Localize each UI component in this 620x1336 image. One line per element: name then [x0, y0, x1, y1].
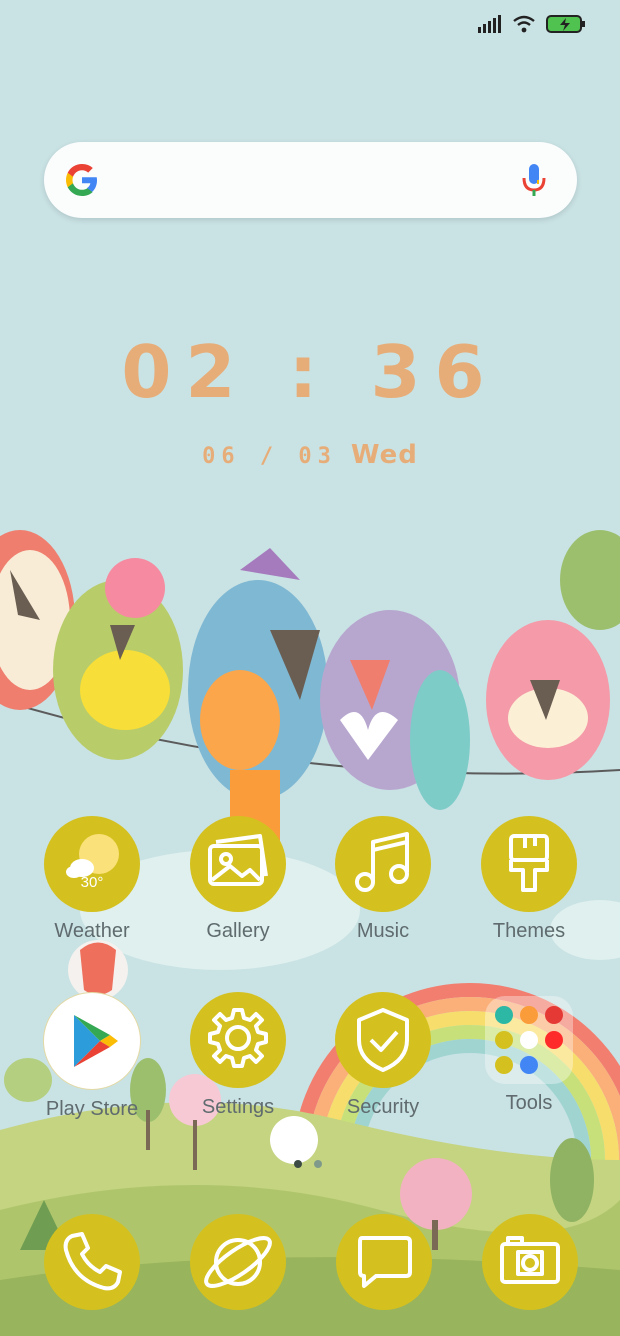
- cellular-signal-icon: [478, 15, 501, 33]
- date-numeric: 06 / 03: [202, 444, 337, 469]
- app-tools[interactable]: Tools: [459, 992, 599, 1115]
- app-label: Music: [356, 920, 410, 942]
- app-settings[interactable]: Settings: [168, 992, 308, 1119]
- app-play-store[interactable]: Play Store: [22, 992, 162, 1121]
- play-store-icon[interactable]: [43, 992, 141, 1090]
- gear-icon[interactable]: [190, 992, 286, 1088]
- gallery-icon[interactable]: [190, 816, 286, 912]
- app-label: Themes: [492, 920, 566, 942]
- status-bar: [478, 14, 586, 34]
- search-bar[interactable]: [44, 142, 577, 218]
- page-indicator[interactable]: [294, 1160, 322, 1168]
- google-g-icon[interactable]: [64, 162, 100, 198]
- battery-charging-icon: [546, 15, 585, 33]
- paintbrush-icon[interactable]: [481, 816, 577, 912]
- wifi-icon: [513, 15, 535, 33]
- app-label: Security: [346, 1096, 420, 1118]
- clock-time[interactable]: 02 : 36: [0, 330, 620, 414]
- app-label: Weather: [54, 920, 130, 942]
- page-dot-2[interactable]: [314, 1160, 322, 1168]
- app-weather[interactable]: 30° Weather: [22, 816, 162, 943]
- microphone-icon[interactable]: [521, 162, 547, 198]
- dock-camera[interactable]: [482, 1214, 578, 1310]
- date-weekday: Wed: [350, 440, 418, 470]
- folder-icon[interactable]: [485, 996, 573, 1084]
- browser-planet-icon: [204, 1236, 272, 1288]
- app-security[interactable]: Security: [313, 992, 453, 1119]
- app-gallery[interactable]: Gallery: [168, 816, 308, 943]
- app-label: Settings: [201, 1096, 275, 1118]
- shield-check-icon[interactable]: [335, 992, 431, 1088]
- music-note-icon[interactable]: [335, 816, 431, 912]
- weather-temperature: 30°: [80, 874, 104, 891]
- message-icon: [358, 1236, 412, 1288]
- app-label: Play Store: [45, 1098, 139, 1120]
- page-dot-1[interactable]: [294, 1160, 302, 1168]
- clock-date[interactable]: 06 / 03 Wed: [0, 440, 620, 470]
- dock-phone[interactable]: [44, 1214, 140, 1310]
- app-label: Gallery: [206, 920, 270, 942]
- dock-messages[interactable]: [336, 1214, 432, 1310]
- app-themes[interactable]: Themes: [459, 816, 599, 943]
- phone-icon: [63, 1232, 122, 1291]
- app-music[interactable]: Music: [313, 816, 453, 943]
- app-label: Tools: [505, 1092, 553, 1114]
- dock-browser[interactable]: [190, 1214, 286, 1310]
- weather-icon[interactable]: 30°: [44, 816, 140, 912]
- camera-icon: [500, 1236, 560, 1284]
